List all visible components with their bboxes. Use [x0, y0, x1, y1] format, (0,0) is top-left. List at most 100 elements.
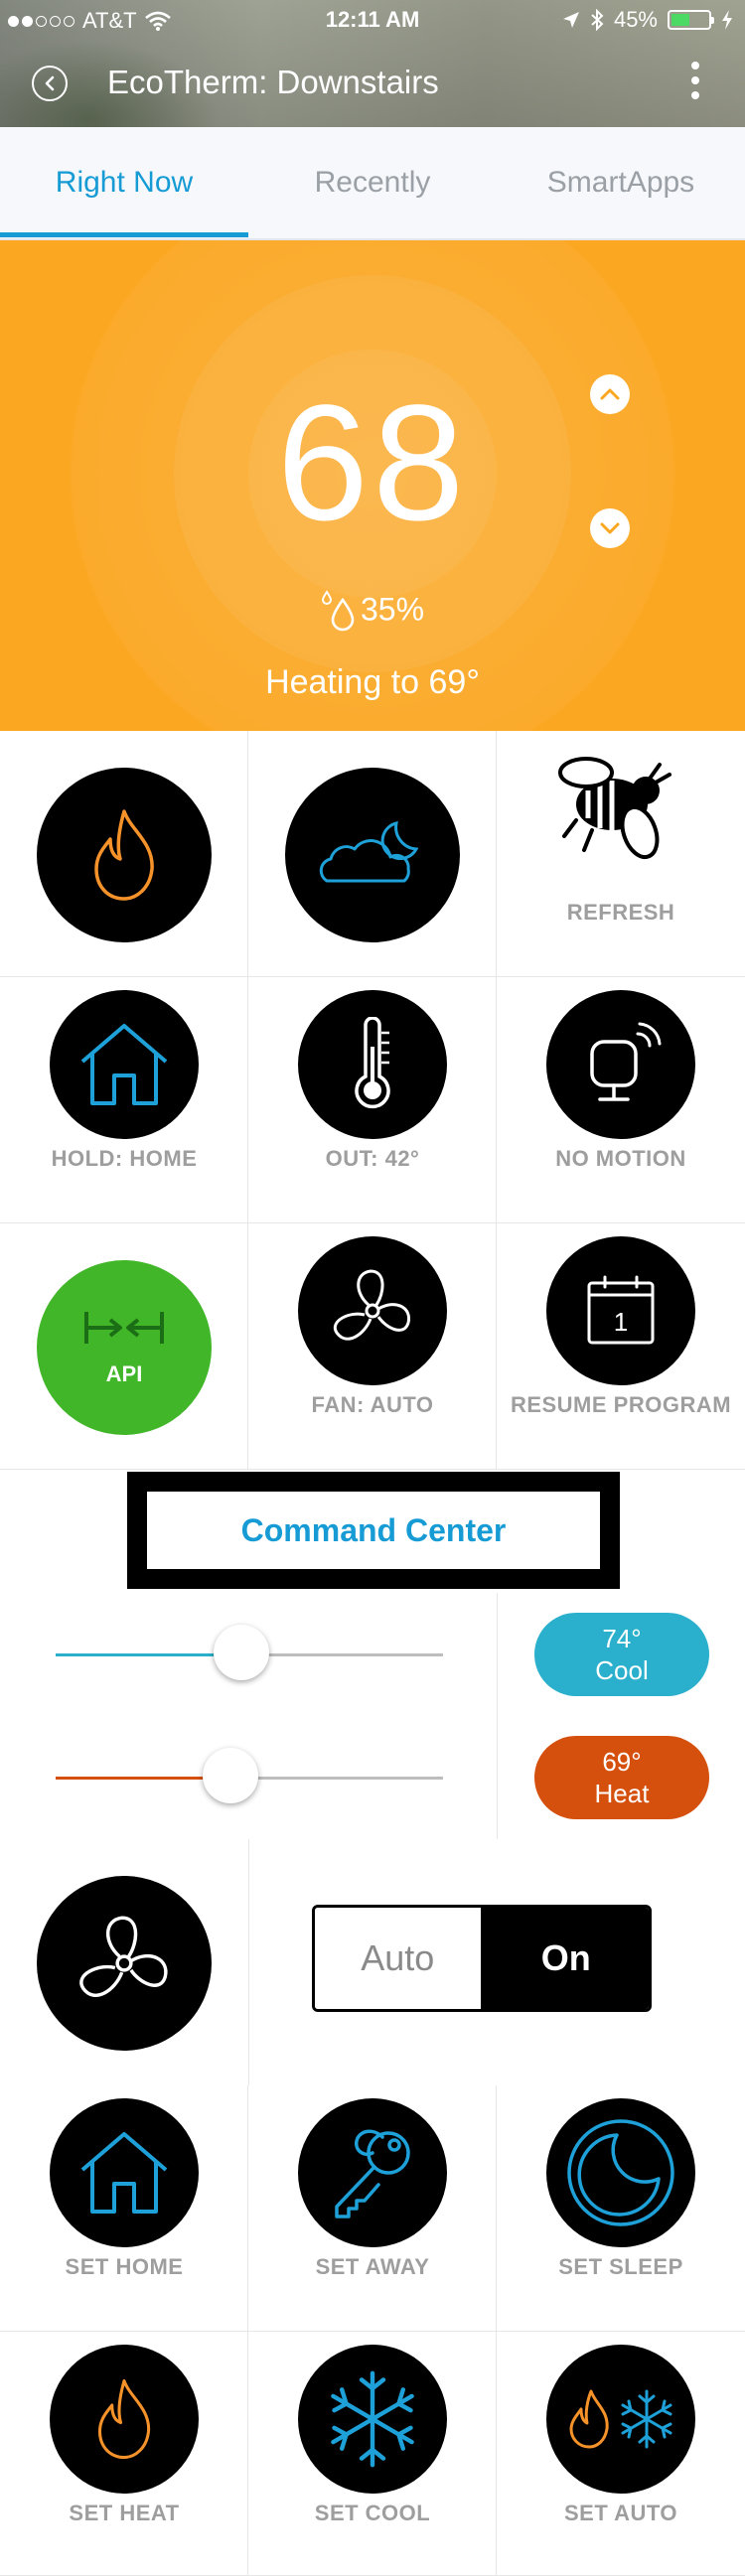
tab-right-now[interactable]: Right Now [0, 127, 248, 238]
battery-percent: 45% [613, 7, 658, 32]
app-header: AT&T 12:11 AM 45% EcoTherm: Downstairs [0, 0, 745, 127]
heating-state-tile [0, 731, 248, 977]
fan-status-label: FAN: AUTO [311, 1392, 434, 1417]
heat-slider-thumb[interactable] [202, 1748, 258, 1803]
fan-icon [333, 1269, 411, 1341]
set-away-tile[interactable]: SET AWAY [248, 2085, 497, 2332]
bee-icon [558, 757, 671, 860]
bluetooth-icon [591, 9, 604, 31]
command-center-row: Command Center [0, 1470, 745, 1594]
outside-temp-label: OUT: 42° [325, 1146, 420, 1171]
heat-setpoint-temp: 69° [602, 1747, 642, 1777]
cool-setpoint-mode: Cool [595, 1655, 649, 1685]
set-sleep-indicator [546, 2098, 695, 2247]
resume-program-indicator: 1 [546, 1236, 695, 1385]
set-home-label: SET HOME [65, 2254, 184, 2279]
fan-status-indicator [298, 1236, 447, 1385]
heat-setpoint-slider[interactable] [0, 1716, 498, 1839]
temperature-down-button[interactable] [590, 508, 630, 548]
nav-bar: EcoTherm: Downstairs [0, 44, 745, 123]
command-center-button[interactable]: Command Center [127, 1472, 620, 1589]
cool-slider-thumb[interactable] [214, 1625, 270, 1680]
tab-smartapps[interactable]: SmartApps [497, 127, 745, 238]
api-tile[interactable]: API [0, 1223, 248, 1470]
set-cool-tile[interactable]: SET COOL [248, 2332, 497, 2576]
calendar-icon: 1 [587, 1275, 655, 1345]
motion-label: NO MOTION [555, 1146, 686, 1171]
set-heat-label: SET HEAT [69, 2501, 180, 2525]
set-sleep-tile[interactable]: SET SLEEP [497, 2085, 745, 2332]
fan-mode-row: Auto On [0, 1839, 745, 2086]
humidity-value: 35% [360, 591, 425, 628]
flame-icon [97, 2378, 151, 2460]
set-sleep-label: SET SLEEP [558, 2254, 683, 2279]
motion-indicator [546, 990, 695, 1139]
motion-tile: NO MOTION [497, 977, 745, 1223]
set-home-indicator [50, 2098, 199, 2247]
heat-slider-track [56, 1748, 443, 1803]
thermometer-icon [355, 1017, 390, 1109]
cool-setpoint-slider[interactable] [0, 1593, 498, 1716]
heat-setpoint-mode: Heat [594, 1779, 650, 1808]
refresh-label: REFRESH [566, 900, 675, 925]
set-auto-tile[interactable]: SET AUTO [497, 2332, 745, 2576]
set-home-tile[interactable]: SET HOME [0, 2085, 248, 2332]
resume-program-label: RESUME PROGRAM [510, 1392, 732, 1417]
api-indicator: API [37, 1260, 212, 1435]
back-button[interactable] [32, 66, 68, 101]
weather-tile [248, 731, 497, 977]
tab-bar: Right Now Recently SmartApps [0, 127, 745, 240]
page-title: EcoTherm: Downstairs [107, 64, 439, 100]
flame-icon [94, 809, 154, 901]
outside-temp-indicator [298, 990, 447, 1139]
set-heat-tile[interactable]: SET HEAT [0, 2332, 248, 2576]
set-away-label: SET AWAY [315, 2254, 430, 2279]
calendar-day: 1 [614, 1307, 628, 1337]
battery-icon [668, 10, 714, 30]
fan-icon [79, 1916, 168, 1997]
thermostat-panel: 68 35% Heating to 69° [0, 240, 745, 731]
fan-mode-toggle[interactable]: Auto On [312, 1905, 652, 2012]
humidity-drop-icon [321, 590, 355, 632]
set-cool-indicator [298, 2345, 447, 2494]
compress-arrows-icon [84, 1312, 164, 1344]
active-tab-indicator [0, 232, 248, 237]
motion-sensor-icon [590, 1022, 662, 1101]
chevron-down-icon [600, 522, 620, 534]
key-icon [335, 2129, 410, 2218]
temperature-up-button[interactable] [590, 374, 630, 414]
home-icon [80, 1024, 168, 1105]
set-heat-indicator [50, 2345, 199, 2494]
snowflake-icon [331, 2370, 414, 2468]
humidity-readout: 35% [0, 590, 745, 634]
outside-temp-tile: OUT: 42° [248, 977, 497, 1223]
tab-recently[interactable]: Recently [248, 127, 497, 238]
home-icon [80, 2132, 168, 2214]
cool-setpoint-badge[interactable]: 74° Cool [534, 1613, 709, 1696]
fan-mode-on-option[interactable]: On [483, 1908, 649, 2009]
charging-bolt-icon [722, 10, 732, 30]
heat-setpoint-badge[interactable]: 69° Heat [534, 1736, 709, 1819]
set-cool-label: SET COOL [314, 2501, 431, 2525]
chevron-up-icon [600, 388, 620, 400]
api-label: API [105, 1361, 143, 1386]
cool-setpoint-row: 74° Cool [0, 1593, 745, 1717]
cool-setpoint-temp: 74° [602, 1624, 642, 1653]
heating-flame-indicator [37, 768, 212, 942]
resume-program-tile[interactable]: 1 RESUME PROGRAM [497, 1223, 745, 1470]
fan-mode-tile[interactable] [0, 1839, 249, 2085]
hold-label: HOLD: HOME [51, 1146, 198, 1171]
fan-mode-indicator [37, 1876, 212, 2051]
heating-status: Heating to 69° [265, 663, 480, 701]
refresh-tile[interactable]: REFRESH [497, 731, 745, 977]
command-center-label: Command Center [240, 1511, 507, 1548]
set-auto-label: SET AUTO [563, 2501, 677, 2525]
location-icon [562, 12, 579, 28]
more-options-icon[interactable] [691, 62, 699, 99]
cool-slider-track [56, 1625, 443, 1680]
fan-mode-auto-option[interactable]: Auto [315, 1908, 484, 2009]
fan-status-tile[interactable]: FAN: AUTO [248, 1223, 497, 1470]
hold-tile[interactable]: HOLD: HOME [0, 977, 248, 1223]
set-auto-indicator [546, 2345, 695, 2494]
heat-setpoint-row: 69° Heat [0, 1716, 745, 1840]
